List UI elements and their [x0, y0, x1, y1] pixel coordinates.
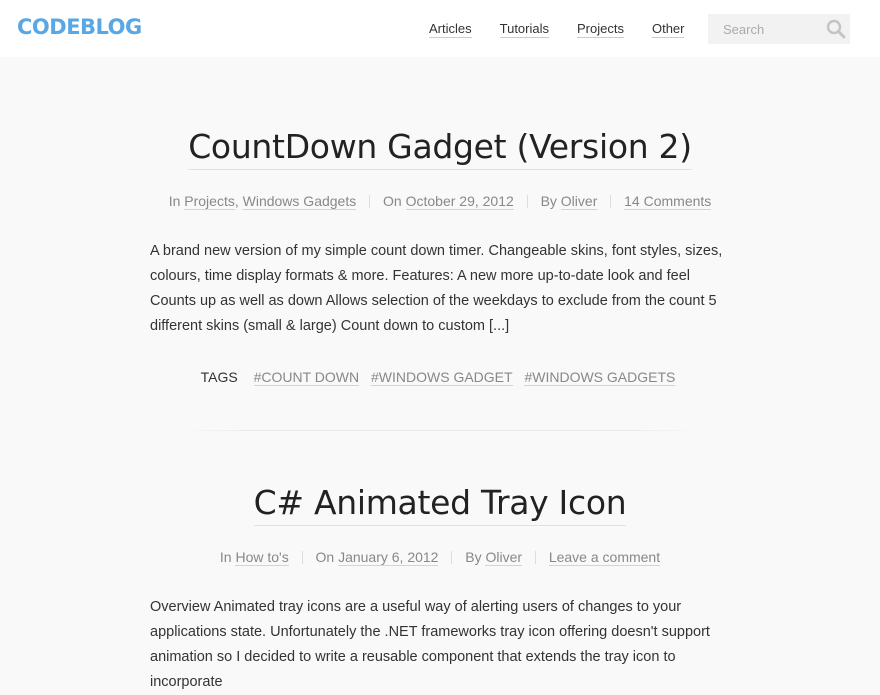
- tag-link-windows-gadget[interactable]: #WINDOWS GADGET: [371, 369, 513, 386]
- post: C# Animated Tray Icon In How to's On Jan…: [150, 431, 730, 695]
- search-box: [708, 14, 850, 44]
- post-excerpt: Overview Animated tray icons are a usefu…: [150, 599, 710, 690]
- site-header: CODEBLOG Articles Tutorials Projects Oth…: [0, 0, 880, 57]
- post-date-link[interactable]: January 6, 2012: [338, 549, 439, 566]
- search-icon[interactable]: [826, 19, 846, 39]
- post-meta: In How to's On January 6, 2012 By Oliver…: [150, 548, 730, 566]
- category-link-windows-gadgets[interactable]: Windows Gadgets: [242, 193, 357, 210]
- meta-separator: [301, 551, 303, 564]
- author-link[interactable]: Oliver: [560, 193, 598, 210]
- meta-separator: [369, 195, 371, 208]
- author-link[interactable]: Oliver: [485, 549, 523, 566]
- post-excerpt: A brand new version of my simple count d…: [150, 243, 723, 334]
- meta-date-prefix: On: [383, 193, 402, 209]
- comments-link[interactable]: 14 Comments: [624, 193, 712, 210]
- category-link-projects[interactable]: Projects: [184, 193, 235, 210]
- tag-link-windows-gadgets[interactable]: #WINDOWS GADGETS: [524, 369, 676, 386]
- meta-separator: [526, 195, 528, 208]
- meta-in-prefix: In: [219, 549, 232, 565]
- category-link-how-tos[interactable]: How to's: [235, 549, 289, 566]
- meta-separator: [610, 195, 612, 208]
- post: CountDown Gadget (Version 2) In Projects…: [150, 57, 730, 431]
- comments-link[interactable]: Leave a comment: [548, 549, 661, 566]
- tag-link-count-down[interactable]: #COUNT DOWN: [253, 369, 360, 386]
- meta-in-prefix: In: [168, 193, 181, 209]
- meta-separator: [451, 551, 453, 564]
- meta-author-prefix: By: [540, 193, 557, 209]
- post-title[interactable]: CountDown Gadget (Version 2): [188, 127, 692, 170]
- meta-date-prefix: On: [315, 549, 335, 565]
- nav-item-other[interactable]: Other: [651, 21, 685, 38]
- nav-item-articles[interactable]: Articles: [429, 21, 472, 38]
- search-input[interactable]: [708, 14, 820, 44]
- meta-separator: [534, 551, 536, 564]
- tags-label: TAGS: [200, 369, 238, 385]
- site-logo[interactable]: CODEBLOG: [17, 15, 142, 39]
- nav-item-tutorials[interactable]: Tutorials: [499, 21, 549, 38]
- meta-author-prefix: By: [465, 549, 482, 565]
- post-date-link[interactable]: October 29, 2012: [405, 193, 514, 210]
- main-nav: Articles Tutorials Projects Other: [429, 21, 685, 38]
- post-meta: In Projects, Windows Gadgets On October …: [168, 193, 712, 210]
- main-content: CountDown Gadget (Version 2) In Projects…: [0, 57, 880, 695]
- post-title[interactable]: C# Animated Tray Icon: [253, 483, 627, 526]
- post-tags: TAGS #COUNT DOWN #WINDOWS GADGET #WINDOW…: [150, 368, 730, 386]
- nav-item-projects[interactable]: Projects: [577, 21, 624, 38]
